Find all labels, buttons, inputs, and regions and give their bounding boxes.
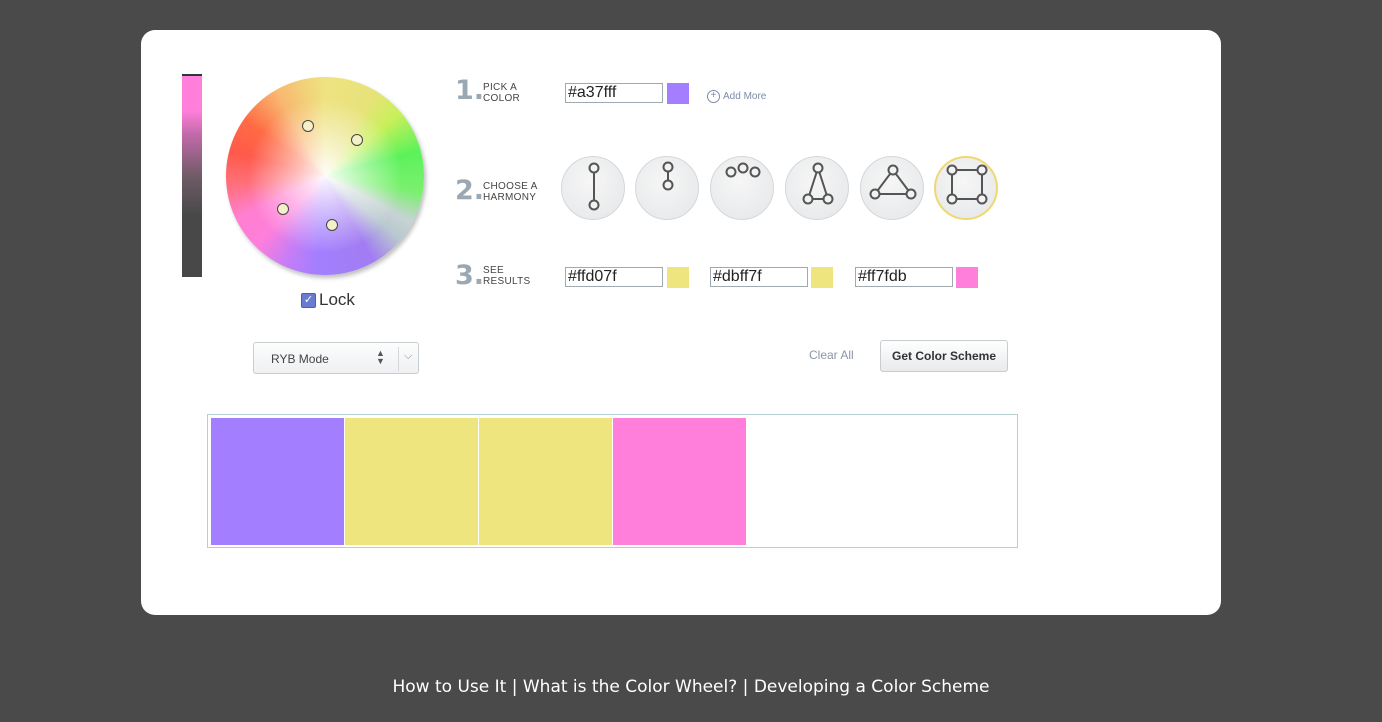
- tetradic-icon: [946, 164, 988, 205]
- result-swatch-1: [667, 267, 689, 288]
- lock-toggle[interactable]: ✓ Lock: [301, 290, 355, 310]
- add-more-link[interactable]: + Add More: [707, 90, 766, 103]
- step-2-label: CHOOSE A HARMONY: [483, 181, 538, 203]
- result-color-input-3[interactable]: [855, 267, 953, 287]
- wheel-marker-purple[interactable]: [326, 219, 338, 231]
- harmony-triadic-button[interactable]: [860, 156, 924, 220]
- step-1-label-line1: PICK A: [483, 82, 518, 93]
- mode-select-divider: [398, 347, 399, 371]
- chevron-down-icon[interactable]: ⌵: [404, 350, 412, 363]
- color-mode-select[interactable]: RYB Mode ▲ ▼ ⌵: [253, 342, 419, 374]
- clear-all-link[interactable]: Clear All: [809, 348, 854, 362]
- footer-link-color-wheel[interactable]: What is the Color Wheel?: [523, 677, 737, 697]
- wheel-marker-pink[interactable]: [277, 203, 289, 215]
- palette-swatch-4[interactable]: [613, 418, 746, 545]
- harmony-analogous-button[interactable]: [710, 156, 774, 220]
- result-swatch-3: [956, 267, 978, 288]
- step-1-label: PICK A COLOR: [483, 82, 520, 104]
- step-2-label-line1: CHOOSE A: [483, 181, 538, 192]
- analogous-icon: [725, 162, 761, 178]
- footer-link-color-scheme[interactable]: Developing a Color Scheme: [754, 677, 990, 697]
- lock-checkbox[interactable]: ✓: [301, 292, 316, 308]
- harmony-complementary-button[interactable]: [561, 156, 625, 220]
- step-3-number: 3.: [455, 260, 485, 291]
- plus-icon: +: [707, 90, 720, 103]
- monochromatic-icon: [662, 161, 674, 191]
- step-2-label-line2: HARMONY: [483, 192, 537, 203]
- lock-label: Lock: [319, 290, 355, 309]
- step-1-label-line2: COLOR: [483, 93, 521, 104]
- get-color-scheme-button[interactable]: Get Color Scheme: [880, 340, 1008, 372]
- wheel-marker-yellow[interactable]: [302, 120, 314, 132]
- base-color-input[interactable]: [565, 83, 663, 103]
- step-2-number: 2.: [455, 175, 485, 206]
- step-3-label-line2: RESULTS: [483, 276, 531, 287]
- palette-swatch-2[interactable]: [345, 418, 478, 545]
- footer-separator: |: [737, 677, 754, 697]
- harmony-tetradic-button[interactable]: [934, 156, 998, 220]
- result-color-input-1[interactable]: [565, 267, 663, 287]
- color-palette: [207, 414, 1018, 548]
- footer-link-how-to-use[interactable]: How to Use It: [393, 677, 507, 697]
- harmony-monochromatic-button[interactable]: [635, 156, 699, 220]
- triadic-icon: [869, 164, 917, 200]
- updown-arrows-icon: ▲ ▼: [376, 348, 385, 366]
- wheel-marker-lime[interactable]: [351, 134, 363, 146]
- color-scheme-card: ✓ Lock 1. PICK A COLOR + Add More 2. CHO…: [141, 30, 1221, 615]
- brightness-slider[interactable]: [182, 74, 202, 277]
- step-1-number: 1.: [455, 75, 485, 106]
- footer-separator: |: [506, 677, 523, 697]
- palette-swatch-3[interactable]: [479, 418, 612, 545]
- step-3-label-line1: SEE: [483, 265, 504, 276]
- add-more-label: Add More: [723, 91, 767, 102]
- brightness-handle[interactable]: [182, 74, 202, 76]
- result-color-input-2[interactable]: [710, 267, 808, 287]
- color-wheel[interactable]: [226, 77, 424, 275]
- base-color-swatch: [667, 83, 689, 104]
- complementary-icon: [588, 162, 600, 211]
- result-swatch-2: [811, 267, 833, 288]
- mode-select-value: RYB Mode: [271, 352, 329, 366]
- footer-nav: How to Use It | What is the Color Wheel?…: [0, 677, 1382, 697]
- step-3-label: SEE RESULTS: [483, 265, 530, 287]
- split-complementary-icon: [802, 162, 834, 205]
- palette-swatch-1[interactable]: [211, 418, 344, 545]
- harmony-split-complementary-button[interactable]: [785, 156, 849, 220]
